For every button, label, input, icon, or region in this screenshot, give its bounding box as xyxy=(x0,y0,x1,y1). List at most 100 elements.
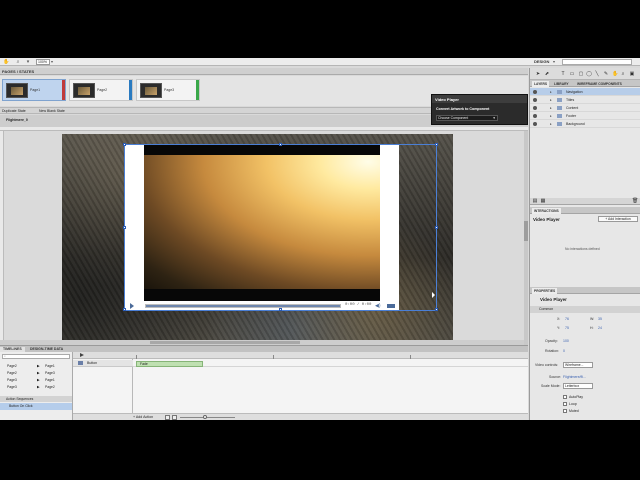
video-controls-dropdown[interactable]: Wireframe... xyxy=(563,362,593,368)
expand-triangle-icon[interactable]: ▸ xyxy=(550,104,552,112)
tab-interactions[interactable]: INTERACTIONS xyxy=(532,208,561,214)
rotation-value-field[interactable]: 0 xyxy=(563,349,565,353)
page-thumbnail-page1[interactable]: Page1 xyxy=(2,79,66,101)
hand-tool-icon[interactable]: ✋ xyxy=(612,71,618,77)
folder-icon xyxy=(557,90,562,94)
fade-action-bar[interactable]: Fade xyxy=(136,361,203,367)
tab-layers[interactable]: LAYERS xyxy=(532,81,550,87)
timeline-zoom-slider[interactable] xyxy=(180,417,235,418)
timeline-row[interactable]: Page2 ▶ Page3 xyxy=(0,370,72,376)
zoom-menu-icon[interactable]: ▾ xyxy=(25,59,31,65)
scale-mode-dropdown[interactable]: Letterbox xyxy=(563,383,593,389)
tab-library[interactable]: LIBRARY xyxy=(552,81,571,87)
design-canvas[interactable]: 0:00 / 0:00 ◀) xyxy=(4,131,524,345)
chevron-down-icon[interactable]: ▾ xyxy=(553,59,555,64)
duplicate-state-button[interactable]: Duplicate State xyxy=(2,109,26,113)
page-label: Page2 xyxy=(97,88,108,92)
play-icon[interactable] xyxy=(80,353,84,357)
layer-row-content[interactable]: ▸ Content xyxy=(530,104,640,112)
layer-row-navigation[interactable]: ▸ Navigation xyxy=(530,88,640,96)
expand-triangle-icon[interactable]: ▸ xyxy=(550,96,552,104)
new-folder-icon[interactable]: ▦ xyxy=(540,198,546,204)
workspace-mode[interactable]: DESIGN xyxy=(534,59,549,65)
visibility-eye-icon[interactable] xyxy=(533,98,537,102)
expand-triangle-icon[interactable]: ▸ xyxy=(550,88,552,96)
document-tab[interactable]: Flightmere_0 xyxy=(6,118,28,122)
timeline-from-state: Page2 xyxy=(7,371,17,375)
timeline-ruler[interactable] xyxy=(133,352,528,359)
action-sequences-header[interactable]: Action Sequences xyxy=(0,396,72,402)
sample-color-tool-icon[interactable]: ▣ xyxy=(629,71,635,77)
new-blank-state-button[interactable]: New Blank State xyxy=(39,109,65,113)
muted-checkbox[interactable] xyxy=(563,409,567,413)
timeline-to-state: Page1 xyxy=(45,364,55,368)
common-section-header[interactable]: Common xyxy=(530,306,640,313)
zoom-level-field[interactable]: 100% xyxy=(36,59,50,65)
choose-component-dropdown[interactable]: Choose Component ▾ xyxy=(436,115,498,121)
zoom-tool-icon[interactable]: ⌕ xyxy=(620,71,626,77)
add-interaction-button[interactable]: + Add Interaction xyxy=(598,216,638,222)
volume-icon[interactable]: ◀) xyxy=(375,303,381,309)
timeline-row[interactable]: Page3 ▶ Page2 xyxy=(0,384,72,390)
visibility-eye-icon[interactable] xyxy=(533,114,537,118)
ellipse-tool-icon[interactable]: ◯ xyxy=(586,71,592,77)
x-value-field[interactable]: 76 xyxy=(565,317,569,321)
ruler-tick xyxy=(273,355,274,359)
play-icon[interactable] xyxy=(130,303,134,309)
expand-triangle-icon[interactable]: ▸ xyxy=(550,120,552,128)
h-label: H: xyxy=(590,326,594,330)
line-tool-icon[interactable]: ╲ xyxy=(594,71,600,77)
text-tool-icon[interactable]: T xyxy=(560,71,566,77)
opacity-value-field[interactable]: 100 xyxy=(563,339,569,343)
help-search-input[interactable] xyxy=(562,59,632,65)
tab-wireframe-components[interactable]: WIREFRAME COMPONENTS xyxy=(575,81,624,87)
zoom-slider-handle[interactable] xyxy=(203,415,207,419)
page-thumbnail-page2[interactable]: Page2 xyxy=(69,79,133,101)
direct-select-tool-icon[interactable]: ⬈ xyxy=(544,71,550,77)
layer-row-background[interactable]: ▸ Background xyxy=(530,120,640,128)
visibility-eye-icon[interactable] xyxy=(533,106,537,110)
zoom-out-icon[interactable] xyxy=(172,415,177,420)
timeline-row[interactable]: Page3 ▶ Page1 xyxy=(0,377,72,383)
timeline-layer-row[interactable]: Button xyxy=(73,360,133,367)
delete-layer-icon[interactable]: 🗑 xyxy=(632,198,638,204)
tab-properties[interactable]: PROPERTIES xyxy=(532,288,558,294)
tools-toolbar: ➤ ⬈ T ▭ ▢ ◯ ╲ ✎ ✋ ⌕ ▣ xyxy=(530,68,640,80)
source-value-link[interactable]: Flightmere/fli... xyxy=(563,375,586,379)
page-thumbnail-page3[interactable]: Page3 xyxy=(136,79,200,101)
canvas-vertical-scrollbar[interactable] xyxy=(524,131,528,345)
seek-bar[interactable] xyxy=(145,304,341,308)
layer-row-titles[interactable]: ▸ Titles xyxy=(530,96,640,104)
ruler-tick xyxy=(136,355,137,359)
scrollbar-thumb[interactable] xyxy=(150,341,300,344)
delete-icon[interactable] xyxy=(165,415,170,420)
hand-tool-icon[interactable]: ✋ xyxy=(3,59,9,65)
button-on-click-item[interactable]: Button On Click xyxy=(0,403,72,410)
rounded-rectangle-tool-icon[interactable]: ▢ xyxy=(578,71,584,77)
layer-name: Content xyxy=(566,106,579,110)
rectangle-tool-icon[interactable]: ▭ xyxy=(569,71,575,77)
timelines-tab-bar: TIMELINES DESIGN-TIME DATA xyxy=(0,345,528,352)
timeline-row[interactable]: Page2 ▶ Page1 xyxy=(0,363,72,369)
h-value-field[interactable]: 24 xyxy=(598,326,602,330)
expand-triangle-icon[interactable]: ▸ xyxy=(550,112,552,120)
w-value-field[interactable]: 35 xyxy=(598,317,602,321)
pen-tool-icon[interactable]: ✎ xyxy=(603,71,609,77)
y-value-field[interactable]: 75 xyxy=(565,326,569,330)
action-label: Button On Click xyxy=(9,404,33,408)
loop-checkbox[interactable] xyxy=(563,402,567,406)
autoplay-checkbox[interactable] xyxy=(563,395,567,399)
timeline-search-input[interactable]: ⌕ xyxy=(2,354,70,359)
chevron-down-icon[interactable]: ▾ xyxy=(51,59,53,64)
timeline-divider xyxy=(132,359,133,420)
visibility-eye-icon[interactable] xyxy=(533,90,537,94)
new-layer-icon[interactable]: ▤ xyxy=(532,198,538,204)
scrollbar-thumb[interactable] xyxy=(524,221,528,241)
fullscreen-icon[interactable] xyxy=(387,304,395,308)
add-action-button[interactable]: + Add Action xyxy=(133,415,153,420)
visibility-eye-icon[interactable] xyxy=(533,122,537,126)
layer-row-footer[interactable]: ▸ Footer xyxy=(530,112,640,120)
zoom-tool-icon[interactable]: ⌕ xyxy=(15,59,21,65)
video-player-component[interactable]: 0:00 / 0:00 ◀) xyxy=(124,144,399,311)
selection-tool-icon[interactable]: ➤ xyxy=(535,71,541,77)
